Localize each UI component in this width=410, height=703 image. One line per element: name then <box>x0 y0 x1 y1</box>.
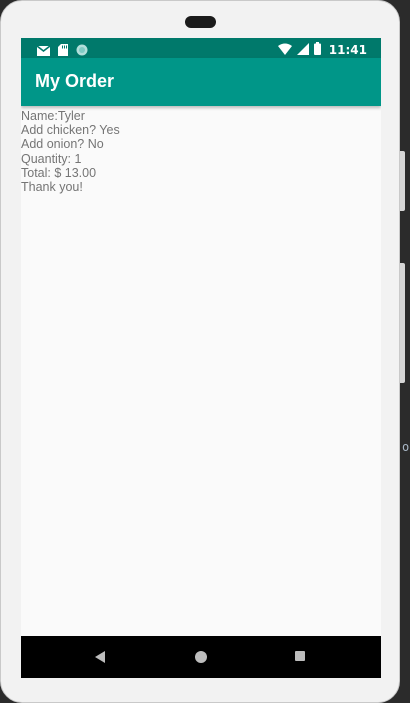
order-chicken-line: Add chicken? Yes <box>21 123 120 138</box>
wifi-icon <box>277 40 292 59</box>
order-onion-line: Add onion? No <box>21 137 104 152</box>
signal-icon <box>296 40 309 59</box>
status-bar: 11:41 <box>21 38 381 58</box>
order-total-line: Total: $ 13.00 <box>21 165 97 180</box>
battery-icon <box>313 40 321 59</box>
device-screen: 11:41 My Order Name:Tyler Add chicken? Y… <box>21 38 381 678</box>
home-icon[interactable] <box>195 651 207 663</box>
recents-icon[interactable] <box>295 651 305 661</box>
ide-code-text: ot <box>402 440 410 454</box>
order-thanks-line: Thank you! <box>21 180 83 195</box>
back-icon[interactable] <box>95 651 105 663</box>
phone-frame: 11:41 My Order Name:Tyler Add chicken? Y… <box>0 0 405 703</box>
navigation-bar <box>21 636 381 678</box>
order-name-line: Name:Tyler <box>21 109 85 123</box>
app-bar: My Order <box>21 58 381 106</box>
phone-side-button <box>400 151 405 211</box>
phone-volume-button <box>400 263 405 383</box>
order-summary: Name:Tyler Add chicken? Yes Add onion? N… <box>21 109 381 194</box>
order-quantity-line: Quantity: 1 <box>21 151 82 166</box>
status-time: 11:41 <box>328 42 367 57</box>
status-right-icons: 11:41 <box>277 40 367 59</box>
phone-speaker <box>185 16 216 28</box>
app-title: My Order <box>35 71 115 91</box>
